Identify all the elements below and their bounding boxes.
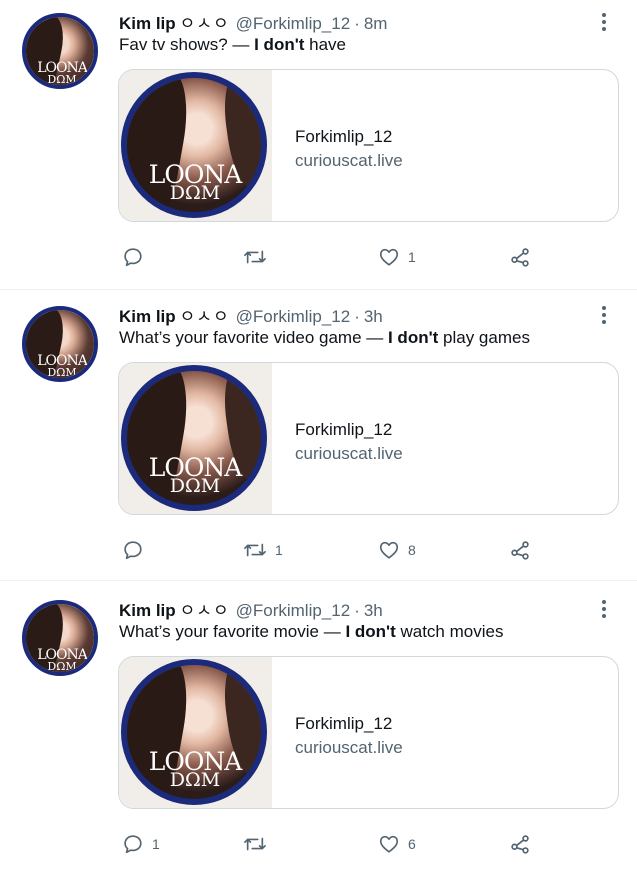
reply-button[interactable] [122,539,152,561]
tweet-header: Kim lip ㅇㅅㅇ @Forkimlip_12 · 3h [119,302,383,327]
more-options-icon[interactable] [596,10,612,32]
like-button[interactable]: 8 [378,539,416,561]
author-name-korean[interactable]: ㅇㅅㅇ [180,14,230,33]
tweet-time[interactable]: 8m [364,14,388,33]
like-count: 8 [408,542,416,558]
tweet-text-part: play games [438,328,530,347]
share-button[interactable] [508,246,532,268]
tweet-text: Fav tv shows? — I don't have [119,35,346,55]
card-domain: curiouscat.live [295,151,403,170]
more-options-icon[interactable] [596,597,612,619]
reply-count: 1 [152,836,160,852]
retweet-count: 1 [275,542,283,558]
like-count: 1 [408,249,416,265]
tweet-text-bold: I don't [345,622,396,641]
logo-line2: DΩM [47,72,77,86]
tweet-header: Kim lip ㅇㅅㅇ @Forkimlip_12 · 3h [119,596,383,621]
share-button[interactable] [508,833,532,855]
avatar-logo: LOONA DΩM [32,648,92,673]
author-handle[interactable]: @Forkimlip_12 [236,601,351,620]
tweet-text-part: Fav tv shows? — [119,35,255,54]
heart-icon [379,248,399,266]
card-logo: LOONA DΩM [135,162,255,203]
card-logo: LOONA DΩM [135,749,255,790]
separator-dot: · [354,307,360,326]
card-title: Forkimlip_12 [295,420,393,439]
card-image: LOONA DΩM [119,70,272,221]
tweet[interactable]: LOONA DΩM Kim lip ㅇㅅㅇ @Forkimlip_12 · 8m Fav… [0,0,637,293]
share-button[interactable] [508,539,532,561]
separator-dot: · [354,14,360,33]
share-icon [511,541,529,560]
reply-icon [124,835,142,854]
author-name[interactable]: Kim lip [119,307,176,326]
avatar[interactable]: LOONA DΩM [22,13,98,89]
reply-button[interactable]: 1 [122,833,160,855]
tweet-text-bold: I don't [254,35,305,54]
avatar-logo: LOONA DΩM [32,354,92,379]
heart-icon [379,835,399,853]
tweet-header: Kim lip ㅇㅅㅇ @Forkimlip_12 · 8m [119,9,387,34]
retweet-button[interactable] [243,833,275,855]
card-image: LOONA DΩM [119,363,272,514]
card-image: LOONA DΩM [119,657,272,808]
reply-button[interactable] [122,246,152,268]
author-name[interactable]: Kim lip [119,601,176,620]
card-domain: curiouscat.live [295,444,403,463]
divider [0,580,637,581]
tweet-time[interactable]: 3h [364,307,383,326]
like-button[interactable]: 6 [378,833,416,855]
separator-dot: · [354,601,360,620]
author-name-korean[interactable]: ㅇㅅㅇ [180,307,230,326]
tweet-text-part: have [304,35,347,54]
heart-icon [379,541,399,559]
link-card[interactable]: LOONA DΩM Forkimlip_12 curiouscat.live [118,362,619,515]
retweet-icon [244,837,266,851]
retweet-icon [244,543,266,557]
author-handle[interactable]: @Forkimlip_12 [236,14,351,33]
card-title: Forkimlip_12 [295,714,393,733]
avatar[interactable]: LOONA DΩM [22,306,98,382]
author-name-korean[interactable]: ㅇㅅㅇ [180,601,230,620]
card-domain: curiouscat.live [295,738,403,757]
link-card[interactable]: LOONA DΩM Forkimlip_12 curiouscat.live [118,656,619,809]
like-count: 6 [408,836,416,852]
share-icon [511,248,529,267]
card-title: Forkimlip_12 [295,127,393,146]
author-name[interactable]: Kim lip [119,14,176,33]
tweet-text: What’s your favorite video game — I don'… [119,328,530,348]
tweet-text-bold: I don't [387,328,439,347]
tweet-text-part: watch movies [395,622,504,641]
avatar-logo: LOONA DΩM [32,61,92,86]
author-handle[interactable]: @Forkimlip_12 [236,307,351,326]
tweet-time[interactable]: 3h [364,601,383,620]
logo-line2: DΩM [47,659,77,673]
avatar[interactable]: LOONA DΩM [22,600,98,676]
tweet-text-part: What’s your favorite movie — [119,622,346,641]
tweet[interactable]: LOONA DΩM Kim lip ㅇㅅㅇ @Forkimlip_12 · 3h Wha… [0,587,637,880]
link-card[interactable]: LOONA DΩM Forkimlip_12 curiouscat.live [118,69,619,222]
like-button[interactable]: 1 [378,246,416,268]
reply-icon [124,248,142,267]
retweet-icon [244,250,266,264]
card-logo: LOONA DΩM [135,455,255,496]
tweet-text-part: What’s your favorite video game — [119,328,388,347]
tweet-text: What’s your favorite movie — I don't wat… [119,622,503,642]
tweet[interactable]: LOONA DΩM Kim lip ㅇㅅㅇ @Forkimlip_12 · 3h Wha… [0,293,637,586]
retweet-button[interactable]: 1 [243,539,283,561]
more-options-icon[interactable] [596,303,612,325]
logo-line2: DΩM [47,365,77,379]
retweet-button[interactable] [243,246,275,268]
reply-icon [124,541,142,560]
share-icon [511,835,529,854]
divider [0,289,637,290]
